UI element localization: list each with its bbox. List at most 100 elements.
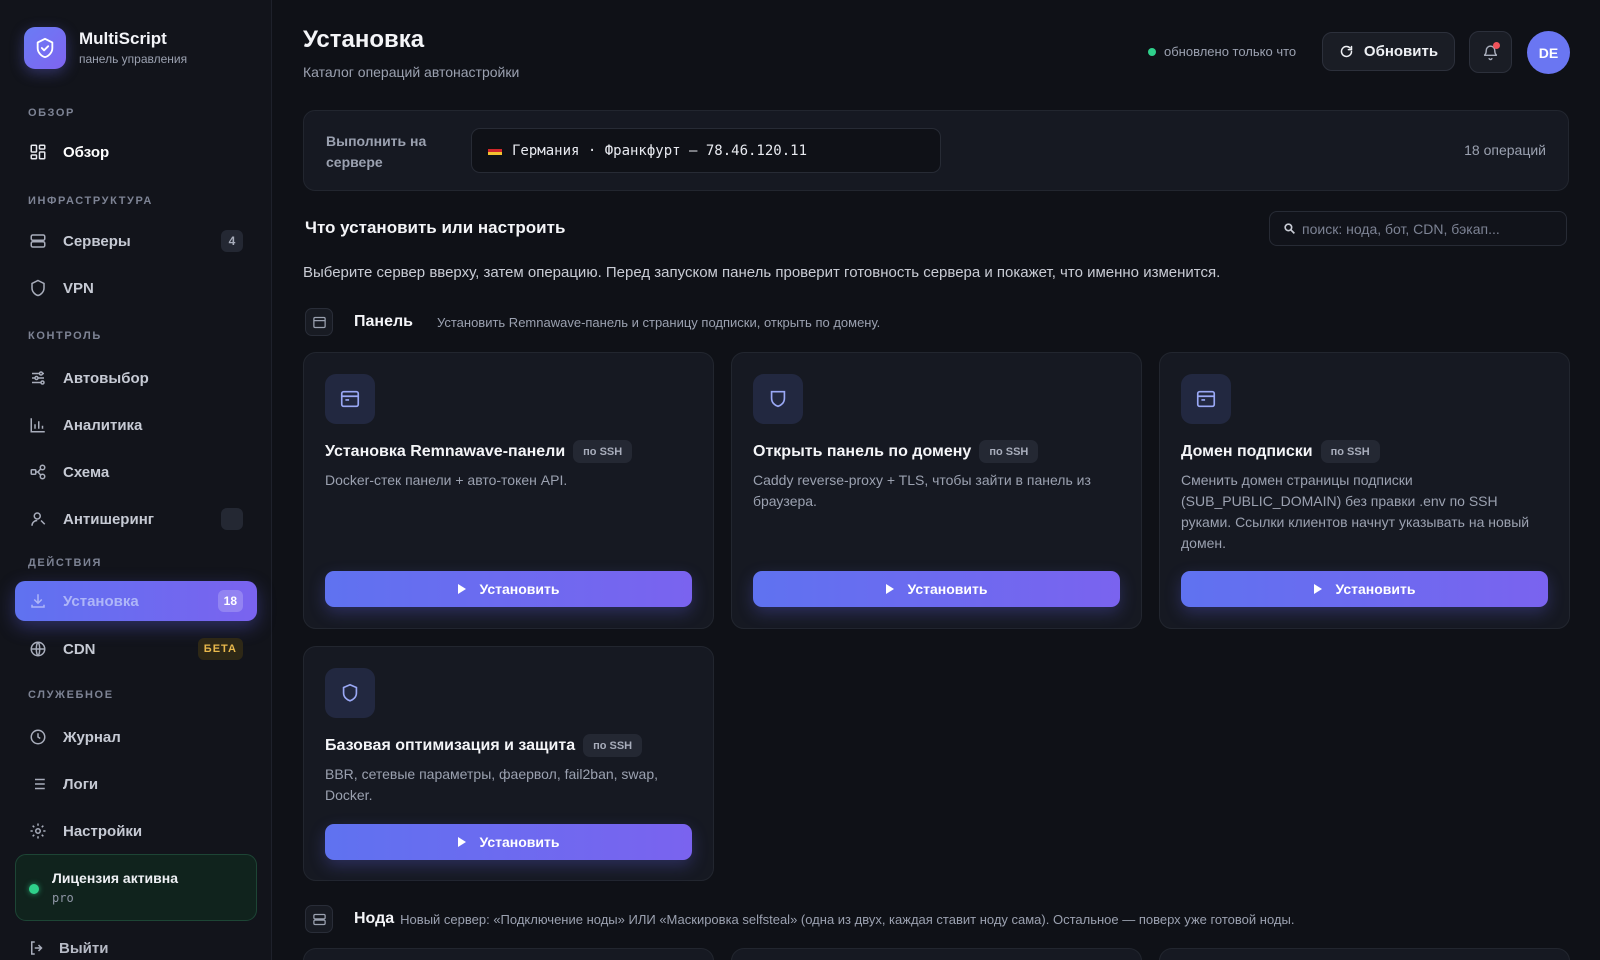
- sidebar-item-label: VPN: [63, 279, 94, 297]
- search-icon: [1283, 222, 1296, 235]
- server-select[interactable]: Германия · Франкфурт — 78.46.120.11: [471, 128, 941, 173]
- sidebar-item-logs[interactable]: Логи: [15, 764, 257, 804]
- window-icon: [1181, 374, 1231, 424]
- list-icon: [28, 774, 48, 794]
- sidebar: MultiScript панель управления ОБЗОР Обзо…: [0, 0, 272, 960]
- sidebar-item-install[interactable]: Установка 18: [15, 581, 257, 621]
- operations-count: 18 операций: [1464, 142, 1546, 158]
- install-button[interactable]: Установить: [1181, 571, 1548, 607]
- install-count-badge: 18: [217, 590, 243, 612]
- refresh-icon: [1339, 44, 1354, 59]
- sidebar-item-antisharing[interactable]: Антишеринг: [15, 499, 257, 539]
- sidebar-item-autoselect[interactable]: Автовыбор: [15, 358, 257, 398]
- operation-card: Открыть панель по домену по SSH Caddy re…: [731, 352, 1142, 629]
- sync-status: обновлено только что: [1148, 44, 1296, 59]
- group-name: Панель: [354, 313, 413, 330]
- button-label: Установить: [479, 834, 560, 850]
- install-button[interactable]: Установить: [753, 571, 1120, 607]
- sidebar-item-label: Схема: [63, 463, 110, 481]
- servers-count-badge: 4: [221, 230, 243, 252]
- ssh-tag: по SSH: [1320, 440, 1380, 463]
- server-selector-label: Выполнить на сервере: [326, 133, 427, 170]
- brand[interactable]: MultiScript панель управления: [24, 27, 187, 69]
- selected-server: Германия · Франкфурт — 78.46.120.11: [512, 142, 808, 159]
- operation-card: Установка Remnawave-панели по SSH Docker…: [303, 352, 714, 629]
- clock-icon: [28, 727, 48, 747]
- button-label: Установить: [479, 581, 560, 597]
- ssh-tag: по SSH: [573, 440, 633, 463]
- sidebar-item-settings[interactable]: Настройки: [15, 811, 257, 851]
- user-icon: [28, 509, 48, 529]
- license-title: Лицензия активна: [52, 870, 179, 886]
- search-input[interactable]: [1302, 220, 1552, 237]
- sidebar-item-servers[interactable]: Серверы 4: [15, 221, 257, 261]
- shield-icon: [28, 278, 48, 298]
- beta-badge: БЕТА: [197, 638, 243, 660]
- group-description: Новый сервер: «Подключение ноды» ИЛИ «Ма…: [400, 911, 1295, 927]
- card-title: Открыть панель по домену: [753, 442, 972, 460]
- refresh-label: Обновить: [1363, 43, 1439, 60]
- sidebar-item-label: Аналитика: [63, 416, 143, 434]
- user-avatar[interactable]: DE: [1527, 31, 1570, 74]
- group-header-node: Нода Новый сервер: «Подключение ноды» ИЛ…: [305, 905, 1294, 933]
- sidebar-item-label: Серверы: [63, 232, 131, 250]
- button-label: Установить: [1335, 581, 1416, 597]
- window-icon: [305, 308, 333, 336]
- status-dot: [1148, 47, 1156, 56]
- refresh-button[interactable]: Обновить: [1322, 32, 1455, 71]
- group-description: Установить Remnawave-панель и страницу п…: [436, 314, 881, 330]
- sidebar-item-label: Обзор: [63, 143, 110, 161]
- sidebar-item-scheme[interactable]: Схема: [15, 452, 257, 492]
- operation-card: [1159, 948, 1570, 960]
- license-status: Лицензия активна pro: [15, 854, 257, 921]
- catalog-title: Что установить или настроить: [305, 218, 566, 237]
- catalog-hint: Выберите сервер вверху, затем операцию. …: [303, 264, 1221, 281]
- bar-chart-icon: [28, 415, 48, 435]
- download-icon: [28, 591, 48, 611]
- group-name: Нода: [354, 910, 395, 927]
- play-icon: [885, 584, 894, 594]
- card-title: Установка Remnawave-панели: [325, 442, 566, 460]
- group-header-panel: Панель Установить Remnawave-панель и стр…: [305, 308, 880, 336]
- install-button[interactable]: Установить: [325, 824, 692, 860]
- globe-icon: [28, 639, 48, 659]
- sidebar-item-journal[interactable]: Журнал: [15, 717, 257, 757]
- sidebar-item-label: Установка: [63, 592, 139, 610]
- brand-logo-icon: [24, 27, 66, 69]
- operation-card: Домен подписки по SSH Сменить домен стра…: [1159, 352, 1570, 629]
- page-title: Установка: [303, 26, 425, 53]
- sidebar-item-analytics[interactable]: Аналитика: [15, 405, 257, 445]
- section-label-control: КОНТРОЛЬ: [28, 330, 102, 342]
- operation-card: [731, 948, 1142, 960]
- card-description: Caddy reverse-proxy + TLS, чтобы зайти в…: [753, 472, 1091, 509]
- brand-title: MultiScript: [79, 29, 167, 48]
- logout-icon: [28, 939, 46, 957]
- play-icon: [1313, 584, 1322, 594]
- shield-icon: [753, 374, 803, 424]
- shield-icon: [325, 668, 375, 718]
- logout-label: Выйти: [59, 939, 109, 957]
- ssh-tag: по SSH: [583, 734, 643, 757]
- server-icon: [28, 231, 48, 251]
- section-label-service: СЛУЖЕБНОЕ: [28, 689, 114, 701]
- sidebar-item-cdn[interactable]: CDN БЕТА: [15, 629, 257, 669]
- notifications-button[interactable]: [1469, 31, 1512, 73]
- card-title: Базовая оптимизация и защита: [325, 736, 576, 754]
- sidebar-item-label: Автовыбор: [63, 369, 149, 387]
- section-label-actions: ДЕЙСТВИЯ: [28, 557, 103, 569]
- ssh-tag: по SSH: [979, 440, 1039, 463]
- card-description: Docker-стек панели + авто-токен API.: [325, 472, 568, 488]
- install-button[interactable]: Установить: [325, 571, 692, 607]
- nodes-icon: [28, 462, 48, 482]
- server-selector-bar: Выполнить на сервере Германия · Франкфур…: [303, 110, 1569, 191]
- section-label-infra: ИНФРАСТРУКТУРА: [28, 195, 153, 207]
- sidebar-item-vpn[interactable]: VPN: [15, 268, 257, 308]
- sidebar-item-overview[interactable]: Обзор: [15, 132, 257, 172]
- sidebar-item-label: Журнал: [63, 728, 121, 746]
- logout-button[interactable]: Выйти: [28, 939, 108, 957]
- card-description: Сменить домен страницы подписки (SUB_PUB…: [1181, 472, 1530, 551]
- server-icon: [305, 905, 333, 933]
- status-text: обновлено только что: [1164, 44, 1297, 59]
- sliders-icon: [28, 368, 48, 388]
- license-plan: pro: [52, 891, 74, 905]
